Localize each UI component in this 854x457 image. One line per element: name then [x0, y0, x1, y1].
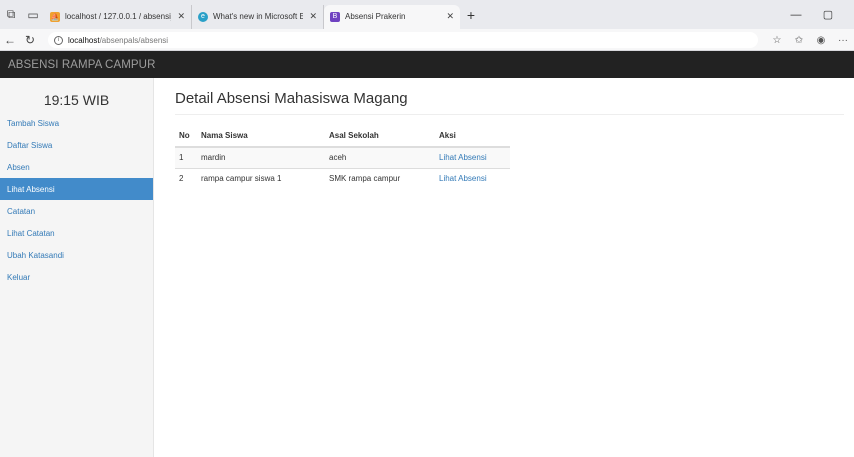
- lihat-absensi-link[interactable]: Lihat Absensi: [439, 153, 487, 162]
- cell-no: 2: [175, 167, 197, 189]
- workspaces-icon[interactable]: ⧉: [0, 4, 22, 26]
- main-content: Detail Absensi Mahasiswa Magang No Nama …: [175, 78, 854, 189]
- sidebar-item-lihat-catatan[interactable]: Lihat Catatan: [0, 222, 153, 244]
- tab-title: Absensi Prakerin: [345, 12, 406, 21]
- url-input[interactable]: i localhost/absenpals/absensi: [48, 32, 758, 48]
- browser-tab-absensi[interactable]: B Absensi Prakerin ✕: [324, 4, 460, 29]
- tab-title: localhost / 127.0.0.1 / absensi_ra:: [65, 12, 171, 21]
- phpmyadmin-favicon-icon: ⛵: [50, 11, 60, 22]
- favorites-icon[interactable]: ✩: [788, 35, 810, 46]
- new-tab-icon[interactable]: +: [460, 7, 482, 23]
- cell-sekolah: SMK rampa campur: [325, 167, 435, 189]
- bootstrap-favicon-icon: B: [330, 11, 340, 22]
- table-row: 2 rampa campur siswa 1 SMK rampa campur …: [175, 167, 510, 189]
- more-options-icon[interactable]: ···: [832, 35, 854, 46]
- cell-no: 1: [175, 146, 197, 168]
- column-header-sekolah: Asal Sekolah: [325, 125, 435, 148]
- url-host: localhost: [68, 35, 100, 45]
- back-icon[interactable]: ←: [0, 33, 20, 47]
- url-path: /absenpals/absensi: [99, 35, 169, 45]
- browser-tab-bar: ⧉ ▭ ⛵ localhost / 127.0.0.1 / absensi_ra…: [0, 0, 854, 29]
- close-icon[interactable]: ✕: [446, 11, 454, 22]
- tab-title: What's new in Microsoft Edge: [213, 12, 303, 21]
- sidebar-item-catatan[interactable]: Catatan: [0, 200, 153, 222]
- sidebar: 19:15 WIB Tambah Siswa Daftar Siswa Abse…: [0, 78, 154, 457]
- table-header-row: No Nama Siswa Asal Sekolah Aksi: [175, 125, 510, 148]
- cell-nama: mardin: [197, 146, 325, 168]
- sidebar-item-absen[interactable]: Absen: [0, 156, 153, 178]
- page-title: Detail Absensi Mahasiswa Magang: [175, 90, 844, 115]
- sidebar-item-keluar[interactable]: Keluar: [0, 266, 153, 288]
- restore-icon[interactable]: ▢: [815, 0, 841, 29]
- lihat-absensi-link[interactable]: Lihat Absensi: [439, 174, 487, 183]
- sidebar-item-daftar-siswa[interactable]: Daftar Siswa: [0, 134, 153, 156]
- address-bar: ← ↻ i localhost/absenpals/absensi ☆ ✩ ◉ …: [0, 29, 854, 51]
- column-header-nama: Nama Siswa: [197, 125, 325, 148]
- toolbar-icons: ☆ ✩ ◉ ···: [766, 29, 854, 51]
- clock: 19:15 WIB: [43, 92, 110, 108]
- cell-sekolah: aceh: [325, 146, 435, 168]
- refresh-icon[interactable]: ↻: [20, 33, 40, 47]
- table-row: 1 mardin aceh Lihat Absensi: [175, 146, 510, 168]
- close-icon[interactable]: ✕: [177, 11, 185, 22]
- absensi-table: No Nama Siswa Asal Sekolah Aksi 1 mardin…: [175, 125, 510, 189]
- app-navbar: ABSENSI RAMPA CAMPUR: [0, 51, 854, 78]
- cell-aksi: Lihat Absensi: [435, 146, 510, 168]
- sidebar-item-ubah-katasandi[interactable]: Ubah Katasandi: [0, 244, 153, 266]
- sidebar-menu: Tambah Siswa Daftar Siswa Absen Lihat Ab…: [0, 112, 153, 288]
- tab-actions-icon[interactable]: ▭: [22, 4, 44, 26]
- sidebar-item-lihat-absensi[interactable]: Lihat Absensi: [0, 178, 153, 200]
- favorite-star-icon[interactable]: ☆: [766, 35, 788, 46]
- column-header-aksi: Aksi: [435, 125, 510, 148]
- column-header-no: No: [175, 125, 197, 148]
- close-icon[interactable]: ✕: [309, 11, 317, 22]
- edge-favicon-icon: e: [198, 11, 208, 22]
- browser-tab-phpmyadmin[interactable]: ⛵ localhost / 127.0.0.1 / absensi_ra: ✕: [44, 4, 192, 29]
- cell-aksi: Lihat Absensi: [435, 167, 510, 189]
- minimize-icon[interactable]: —: [783, 0, 809, 29]
- sidebar-item-tambah-siswa[interactable]: Tambah Siswa: [0, 112, 153, 134]
- brand-title[interactable]: ABSENSI RAMPA CAMPUR: [8, 59, 156, 71]
- cell-nama: rampa campur siswa 1: [197, 167, 325, 189]
- site-info-icon[interactable]: i: [54, 35, 63, 45]
- profile-avatar-icon[interactable]: ◉: [810, 35, 832, 46]
- browser-tab-edge-news[interactable]: e What's new in Microsoft Edge ✕: [192, 4, 324, 29]
